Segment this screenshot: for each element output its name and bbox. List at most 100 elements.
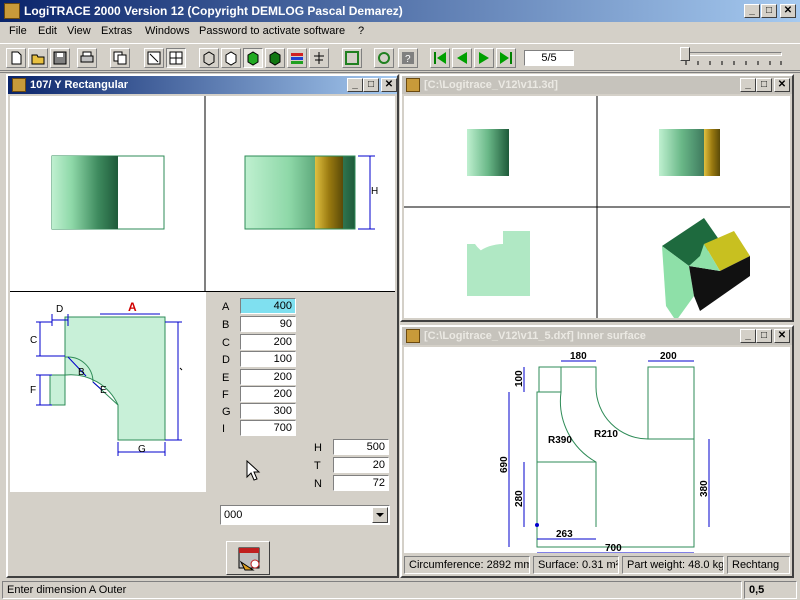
- print-icon[interactable]: [77, 48, 97, 68]
- zoom-slider-track[interactable]: [682, 52, 782, 56]
- side-view-part: H: [244, 155, 378, 230]
- page-counter: 5/5: [524, 50, 574, 66]
- material-combobox[interactable]: 000: [220, 505, 390, 525]
- dxf-dim-bottom-inner: 263: [556, 529, 573, 540]
- extra-label-h: H: [314, 442, 322, 454]
- dxf-dim-right: 380: [699, 480, 710, 497]
- dim-input-a[interactable]: 400: [240, 298, 296, 314]
- window-left-maximize[interactable]: □: [363, 78, 379, 92]
- view-dxf[interactable]: 180 200 100 690 280 380 263 700 R390 R21…: [404, 347, 790, 554]
- open-icon[interactable]: [28, 48, 48, 68]
- save-icon[interactable]: [50, 48, 70, 68]
- dim-label-c: C: [222, 337, 230, 349]
- solid-icon[interactable]: [265, 48, 285, 68]
- help-context-icon[interactable]: ?: [398, 48, 418, 68]
- dxf-drawing: 180 200 100 690 280 380 263 700 R390 R21…: [499, 351, 710, 554]
- maximize-button[interactable]: □: [761, 4, 777, 18]
- mouse-cursor-icon: [246, 460, 261, 481]
- extra-input-h[interactable]: 500: [333, 439, 389, 455]
- sketch-label-h: H: [371, 186, 378, 197]
- window-3d-close[interactable]: ✕: [774, 78, 790, 92]
- copy-icon[interactable]: [110, 48, 130, 68]
- app-icon: [4, 3, 20, 19]
- dim-label-f: F: [222, 389, 229, 401]
- dim-input-i[interactable]: 700: [240, 420, 296, 436]
- first-page-icon[interactable]: [430, 48, 450, 68]
- minimize-button[interactable]: _: [744, 4, 760, 18]
- next-page-icon[interactable]: [474, 48, 494, 68]
- dxf-dim-r1: R390: [548, 435, 572, 446]
- wireframe-icon[interactable]: [199, 48, 219, 68]
- window-left-close[interactable]: ✕: [381, 78, 397, 92]
- 3d-solid: [662, 218, 750, 321]
- extra-input-t[interactable]: 20: [333, 457, 389, 473]
- dim-input-c[interactable]: 200: [240, 334, 296, 350]
- menu-windows[interactable]: Windows: [145, 25, 190, 37]
- sketch-label-g: G: [138, 444, 146, 455]
- menu-file[interactable]: File: [9, 25, 27, 37]
- dim-input-g[interactable]: 300: [240, 403, 296, 419]
- sketch-drawing: A D C F G B E: [30, 300, 183, 456]
- zoom-slider-ticks: [685, 61, 782, 65]
- calculate-button[interactable]: [226, 541, 270, 575]
- window-3d-minimize[interactable]: _: [740, 78, 756, 92]
- view-front-side[interactable]: H: [10, 96, 395, 291]
- toolbar: ? 5/5: [0, 43, 800, 71]
- last-page-icon[interactable]: [496, 48, 516, 68]
- status-message: Enter dimension A Outer: [2, 581, 742, 599]
- dim-input-e[interactable]: 200: [240, 369, 296, 385]
- dim-input-f[interactable]: 200: [240, 386, 296, 402]
- app-title: LogiTRACE 2000 Version 12 (Copyright DEM…: [24, 4, 403, 18]
- calculate-icon: [238, 547, 260, 571]
- window-3d-title: [C:\Logitrace_V12\v11.3d]: [424, 79, 558, 91]
- window-dxf-titlebar[interactable]: [C:\Logitrace_V12\v11_5.dxf] Inner surfa…: [402, 327, 792, 345]
- dxf-dim-left-big: 690: [499, 456, 510, 473]
- menu-help[interactable]: ?: [358, 25, 364, 37]
- dim-label-g: G: [222, 406, 231, 418]
- dxf-dim-left-bottom: 280: [514, 490, 525, 507]
- prev-page-icon[interactable]: [452, 48, 472, 68]
- window-left-titlebar[interactable]: 107/ Y Rectangular _ □ ✕: [8, 76, 397, 94]
- tree-icon[interactable]: [309, 48, 329, 68]
- app-titlebar: LogiTRACE 2000 Version 12 (Copyright DEM…: [0, 0, 800, 22]
- window-3d-maximize[interactable]: □: [756, 78, 772, 92]
- frame-icon[interactable]: [342, 48, 362, 68]
- menu-edit[interactable]: Edit: [38, 25, 57, 37]
- window-3d: [C:\Logitrace_V12\v11.3d] _ □ ✕: [400, 74, 794, 322]
- view-quad-icon[interactable]: [166, 48, 186, 68]
- menu-password[interactable]: Password to activate software: [199, 25, 345, 37]
- svg-text:?: ?: [405, 54, 411, 65]
- dim-label-d: D: [222, 354, 230, 366]
- dxf-shape: Rechtang: [727, 556, 790, 574]
- extra-label-t: T: [314, 460, 321, 472]
- window-3d-titlebar[interactable]: [C:\Logitrace_V12\v11.3d] _ □ ✕: [402, 76, 792, 94]
- window-dxf-minimize[interactable]: _: [740, 329, 756, 343]
- rotate-icon[interactable]: [374, 48, 394, 68]
- shaded-icon[interactable]: [243, 48, 263, 68]
- window-left-minimize[interactable]: _: [347, 78, 363, 92]
- extra-input-n[interactable]: 72: [333, 475, 389, 491]
- new-icon[interactable]: [6, 48, 26, 68]
- menu-view[interactable]: View: [67, 25, 91, 37]
- hidden-line-icon[interactable]: [221, 48, 241, 68]
- combobox-arrow-icon[interactable]: [372, 507, 388, 523]
- dimension-panel: A 400 B 90 C 200 D 100 E 200 F 200 G 300…: [206, 292, 395, 576]
- window-dxf-close[interactable]: ✕: [774, 329, 790, 343]
- window-dxf-maximize[interactable]: □: [756, 329, 772, 343]
- dxf-dim-top-right: 200: [660, 351, 677, 362]
- close-button[interactable]: ✕: [780, 4, 796, 18]
- dxf-surface: Surface: 0.31 m²: [533, 556, 619, 574]
- window-3d-icon: [406, 78, 420, 92]
- view-single-icon[interactable]: [144, 48, 164, 68]
- menu-extras[interactable]: Extras: [101, 25, 132, 37]
- layers-icon[interactable]: [287, 48, 307, 68]
- dim-label-b: B: [222, 319, 230, 331]
- view-3d[interactable]: [404, 96, 790, 321]
- zoom-slider-thumb[interactable]: [680, 47, 690, 61]
- material-combobox-value: 000: [224, 509, 243, 521]
- dim-input-d[interactable]: 100: [240, 351, 296, 367]
- dxf-dim-r2: R210: [594, 429, 618, 440]
- sketch-label-e: E: [100, 385, 107, 396]
- dim-input-b[interactable]: 90: [240, 316, 296, 332]
- front-view-part: [51, 155, 165, 230]
